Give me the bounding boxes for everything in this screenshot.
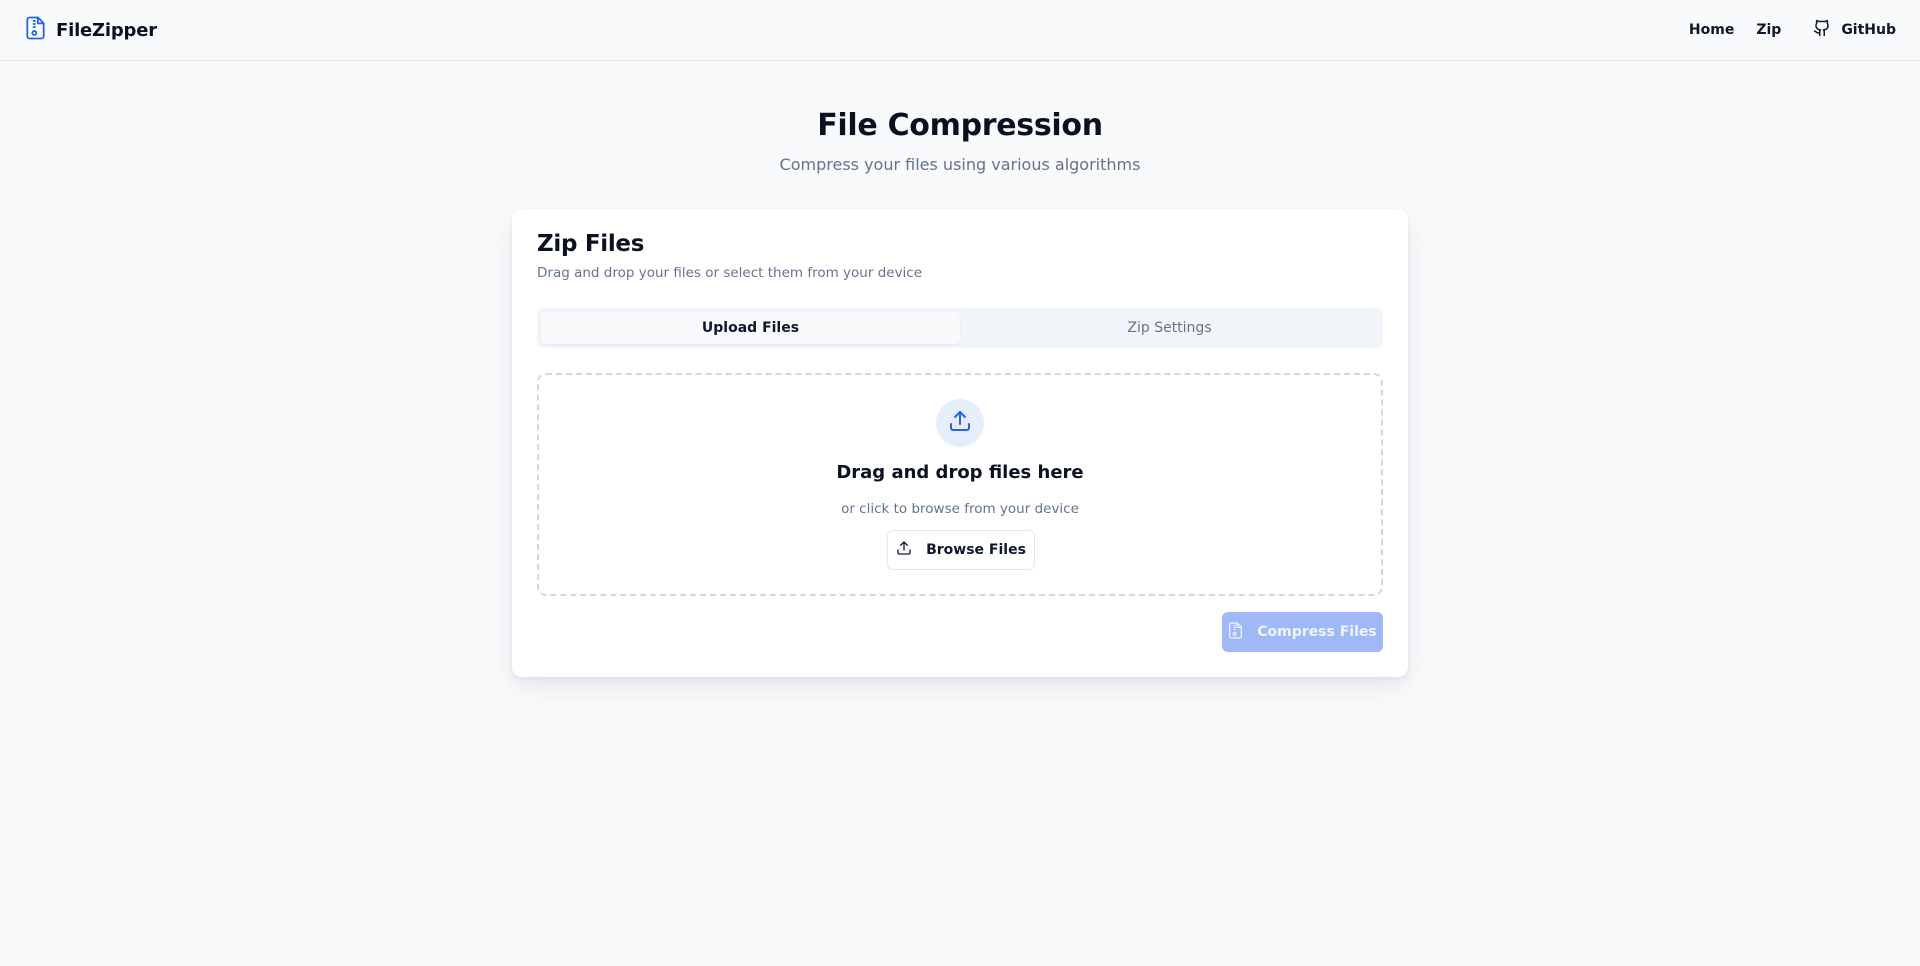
dropzone-subtitle: or click to browse from your device (841, 501, 1079, 517)
zip-files-card: Zip Files Drag and drop your files or se… (512, 209, 1408, 677)
card-title: Zip Files (537, 231, 645, 257)
browse-files-label: Browse Files (926, 542, 1026, 558)
upload-icon (896, 540, 912, 560)
nav-home-link[interactable]: Home (1689, 22, 1734, 38)
upload-icon-circle (936, 399, 984, 447)
page-title: File Compression (817, 108, 1103, 143)
tabs-list: Upload Files Zip Settings (537, 308, 1383, 348)
main-nav: Home Zip GitHub (1689, 19, 1896, 41)
github-icon (1813, 19, 1831, 41)
tab-zip-settings[interactable]: Zip Settings (960, 312, 1379, 344)
top-navbar: FileZipper Home Zip GitHub (0, 0, 1920, 61)
compress-files-label: Compress Files (1257, 624, 1377, 640)
browse-files-button[interactable]: Browse Files (887, 530, 1035, 570)
upload-icon (948, 409, 972, 437)
nav-github-label: GitHub (1841, 22, 1896, 38)
card-subtitle: Drag and drop your files or select them … (537, 265, 923, 281)
file-dropzone[interactable]: Drag and drop files here or click to bro… (537, 373, 1383, 596)
nav-zip-link[interactable]: Zip (1756, 22, 1781, 38)
brand[interactable]: FileZipper (25, 16, 157, 44)
compress-files-button[interactable]: Compress Files (1222, 612, 1383, 652)
dropzone-title: Drag and drop files here (836, 462, 1084, 483)
page-subtitle: Compress your files using various algori… (779, 155, 1141, 174)
file-archive-icon (1228, 621, 1243, 643)
nav-github-link[interactable]: GitHub (1813, 19, 1896, 41)
file-archive-icon (25, 16, 46, 44)
tab-upload-files[interactable]: Upload Files (541, 312, 960, 344)
brand-name: FileZipper (56, 19, 157, 41)
